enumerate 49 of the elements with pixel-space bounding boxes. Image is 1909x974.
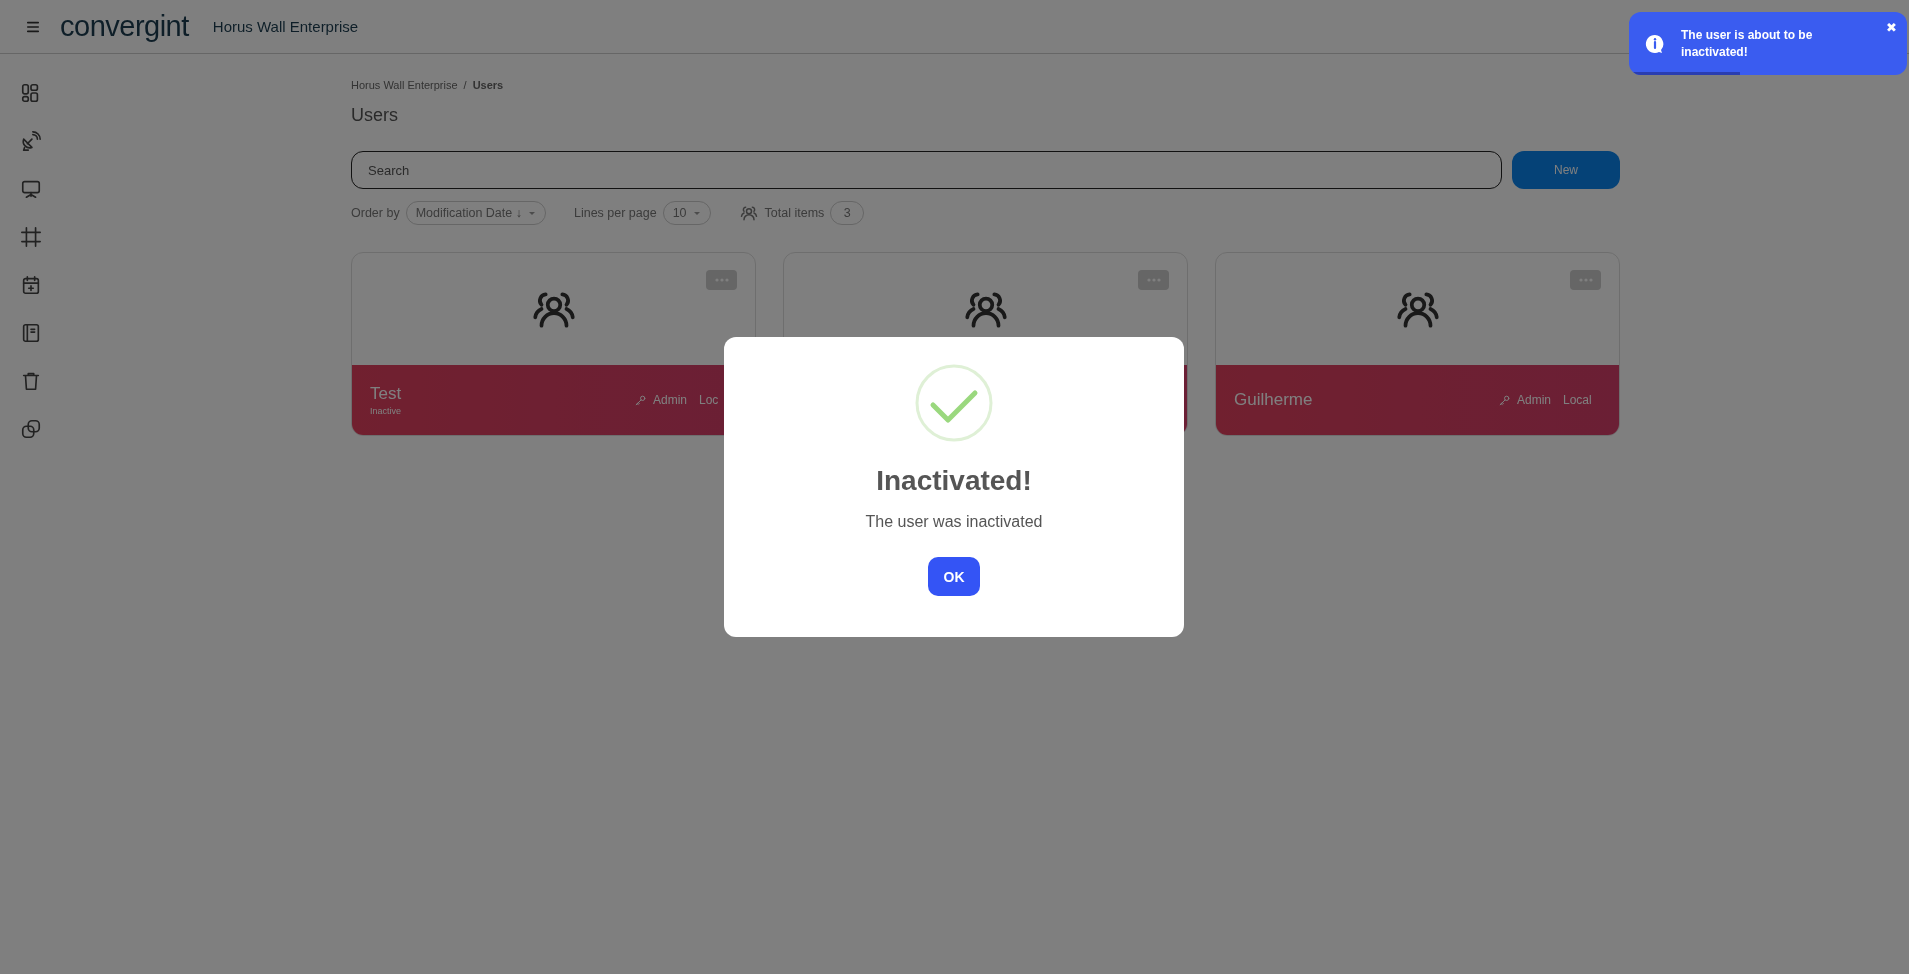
sidebar-button[interactable] bbox=[20, 274, 42, 296]
user-role: Admin bbox=[1517, 393, 1551, 407]
key-icon bbox=[1498, 393, 1511, 407]
user-source: Loc bbox=[699, 393, 720, 407]
notebook-icon bbox=[20, 322, 42, 344]
user-card[interactable]: Test Inactive Admin Loc bbox=[351, 252, 756, 436]
breadcrumb-link[interactable]: Users bbox=[472, 79, 504, 91]
grid-frame-icon bbox=[20, 226, 42, 248]
satellite-dish-icon bbox=[20, 130, 42, 152]
dialog-message: The user was inactivated bbox=[865, 513, 1043, 531]
sidebar-button[interactable] bbox=[20, 418, 42, 440]
total-items-label: Total items bbox=[764, 206, 825, 220]
sidebar-button[interactable] bbox=[20, 178, 42, 200]
order-by-label: Order by bbox=[351, 206, 400, 220]
caret-icon bbox=[527, 210, 536, 216]
user-card[interactable]: Guilherme Admin Local bbox=[1215, 252, 1620, 436]
info-icon bbox=[1645, 33, 1665, 54]
toast-message: The user is about to be inactivated! bbox=[1681, 27, 1814, 60]
people-icon bbox=[738, 203, 759, 223]
page-title: Users bbox=[351, 105, 399, 126]
key-icon bbox=[634, 393, 647, 407]
overlapping-squares-icon bbox=[20, 418, 42, 440]
success-check-icon bbox=[914, 363, 994, 443]
menu-icon bbox=[26, 19, 40, 34]
sidebar-button[interactable] bbox=[20, 370, 42, 392]
sidebar-button[interactable] bbox=[20, 226, 42, 248]
breadcrumb-link[interactable]: Horus Wall Enterprise bbox=[351, 79, 458, 91]
app-title: Horus Wall Enterprise bbox=[212, 18, 359, 35]
logo[interactable]: convergint bbox=[60, 12, 189, 41]
trash-icon bbox=[20, 370, 42, 392]
user-role: Admin bbox=[653, 393, 687, 407]
calendar-plus-icon bbox=[20, 274, 42, 296]
close-button[interactable]: ✖ bbox=[1886, 20, 1897, 35]
lines-per-page-label: Lines per page bbox=[573, 206, 657, 220]
user-source: Local bbox=[1563, 393, 1593, 407]
user-name: Guilherme bbox=[1234, 390, 1314, 410]
search-field[interactable]: Search bbox=[351, 151, 1502, 189]
caret-icon bbox=[692, 210, 701, 216]
user-status: Inactive bbox=[370, 406, 403, 416]
sidebar-button[interactable] bbox=[20, 130, 42, 152]
dialog-title: Inactivated! bbox=[876, 465, 1032, 497]
lines-per-page-select[interactable]: 10 bbox=[662, 201, 711, 225]
new-button[interactable]: New bbox=[1512, 151, 1620, 189]
sidebar-button[interactable] bbox=[20, 322, 42, 344]
breadcrumb-separator: / bbox=[463, 79, 467, 91]
user-name: Test bbox=[370, 384, 403, 404]
order-by-select[interactable]: Modification Date ↓ bbox=[405, 201, 546, 225]
monitor-icon bbox=[20, 178, 42, 200]
ok-button[interactable]: OK bbox=[928, 557, 980, 596]
